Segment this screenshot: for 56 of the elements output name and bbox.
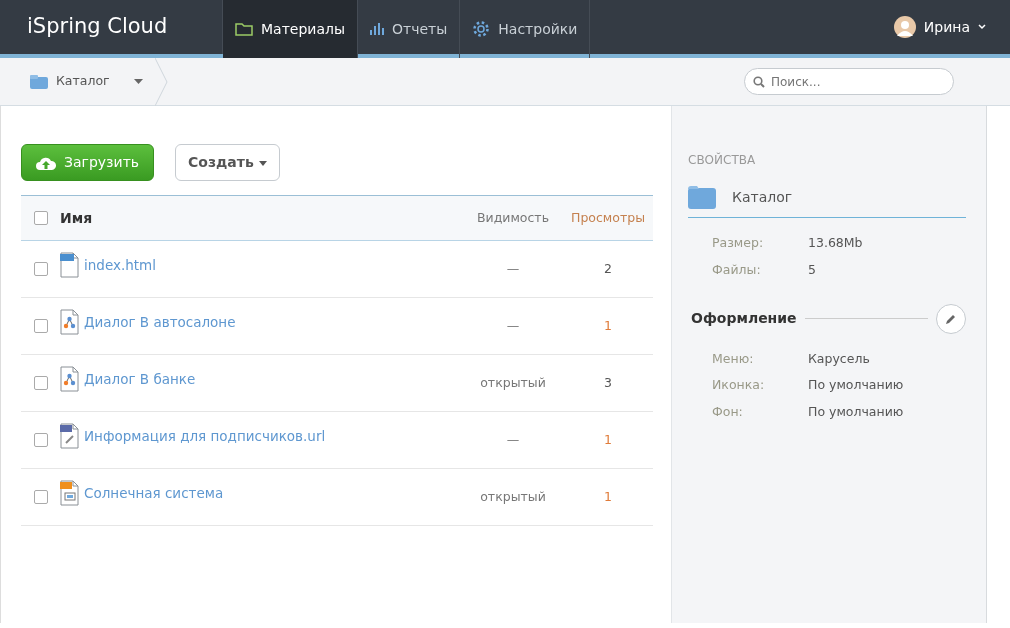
folder-icon — [235, 22, 253, 36]
property-label: Фон: — [712, 403, 744, 421]
row-checkbox[interactable] — [34, 319, 48, 333]
pencil-icon — [945, 312, 957, 325]
create-button[interactable]: Создать — [175, 144, 280, 181]
views-cell-text: 2 — [603, 259, 613, 278]
row-checkbox[interactable] — [34, 433, 48, 447]
html-file-icon — [60, 251, 80, 279]
cloud-upload-icon — [36, 155, 56, 170]
row-checkbox[interactable] — [34, 376, 48, 390]
breadcrumb-item[interactable]: Каталог — [0, 58, 155, 105]
property-value: Карусель — [808, 349, 870, 368]
user-menu[interactable]: Ирина — [923, 16, 970, 38]
nav-tab[interactable]: Материалы — [223, 0, 358, 58]
folder-icon — [688, 185, 716, 209]
dialog-file-icon — [60, 365, 80, 393]
visibility-cell-text: — — [505, 259, 521, 278]
visibility-cell-text: открытый — [479, 487, 547, 506]
bar-chart-icon — [370, 23, 384, 35]
link-file-icon — [60, 422, 80, 450]
edit-button[interactable] — [936, 303, 966, 334]
avatar-icon[interactable] — [893, 16, 916, 38]
column-header: Имя — [60, 208, 94, 228]
dialog-file-icon — [60, 308, 80, 336]
visibility-cell-text: — — [505, 316, 521, 335]
column-header: Просмотры — [570, 208, 646, 227]
caret-icon — [258, 160, 267, 166]
views-cell-text: 1 — [603, 487, 613, 506]
folder-icon — [30, 74, 48, 89]
property-label: Меню: — [712, 349, 755, 368]
search-icon — [753, 76, 765, 88]
views-cell-text: 3 — [603, 373, 613, 392]
property-label: Файлы: — [712, 260, 762, 279]
folder-title: Каталог — [732, 187, 793, 207]
property-value: 5 — [808, 260, 816, 279]
property-value: 13.68Mb — [808, 234, 863, 252]
caret-icon — [978, 24, 986, 30]
app-logo-text: iSpring Cloud — [26, 13, 169, 41]
section-heading: Оформление — [691, 309, 797, 328]
caret-icon — [133, 79, 143, 84]
column-header: Видимость — [475, 208, 551, 227]
visibility-cell-text: открытый — [479, 373, 547, 392]
row-checkbox[interactable] — [34, 490, 48, 504]
views-cell-text: 1 — [603, 430, 613, 449]
visibility-cell-text: — — [505, 430, 521, 449]
settings-icon — [472, 20, 491, 38]
property-value: По умолчанию — [808, 376, 904, 395]
property-label: Размер: — [712, 234, 765, 252]
property-value: По умолчанию — [808, 403, 904, 421]
views-cell-text: 1 — [603, 316, 613, 335]
search-field[interactable]: Поиск... — [744, 68, 954, 95]
row-checkbox[interactable] — [34, 262, 48, 276]
presentation-file-icon — [60, 479, 80, 507]
property-label: Иконка: — [712, 376, 766, 395]
select-all-checkbox[interactable] — [34, 211, 48, 225]
section-heading: СВОЙСТВА — [688, 151, 757, 169]
